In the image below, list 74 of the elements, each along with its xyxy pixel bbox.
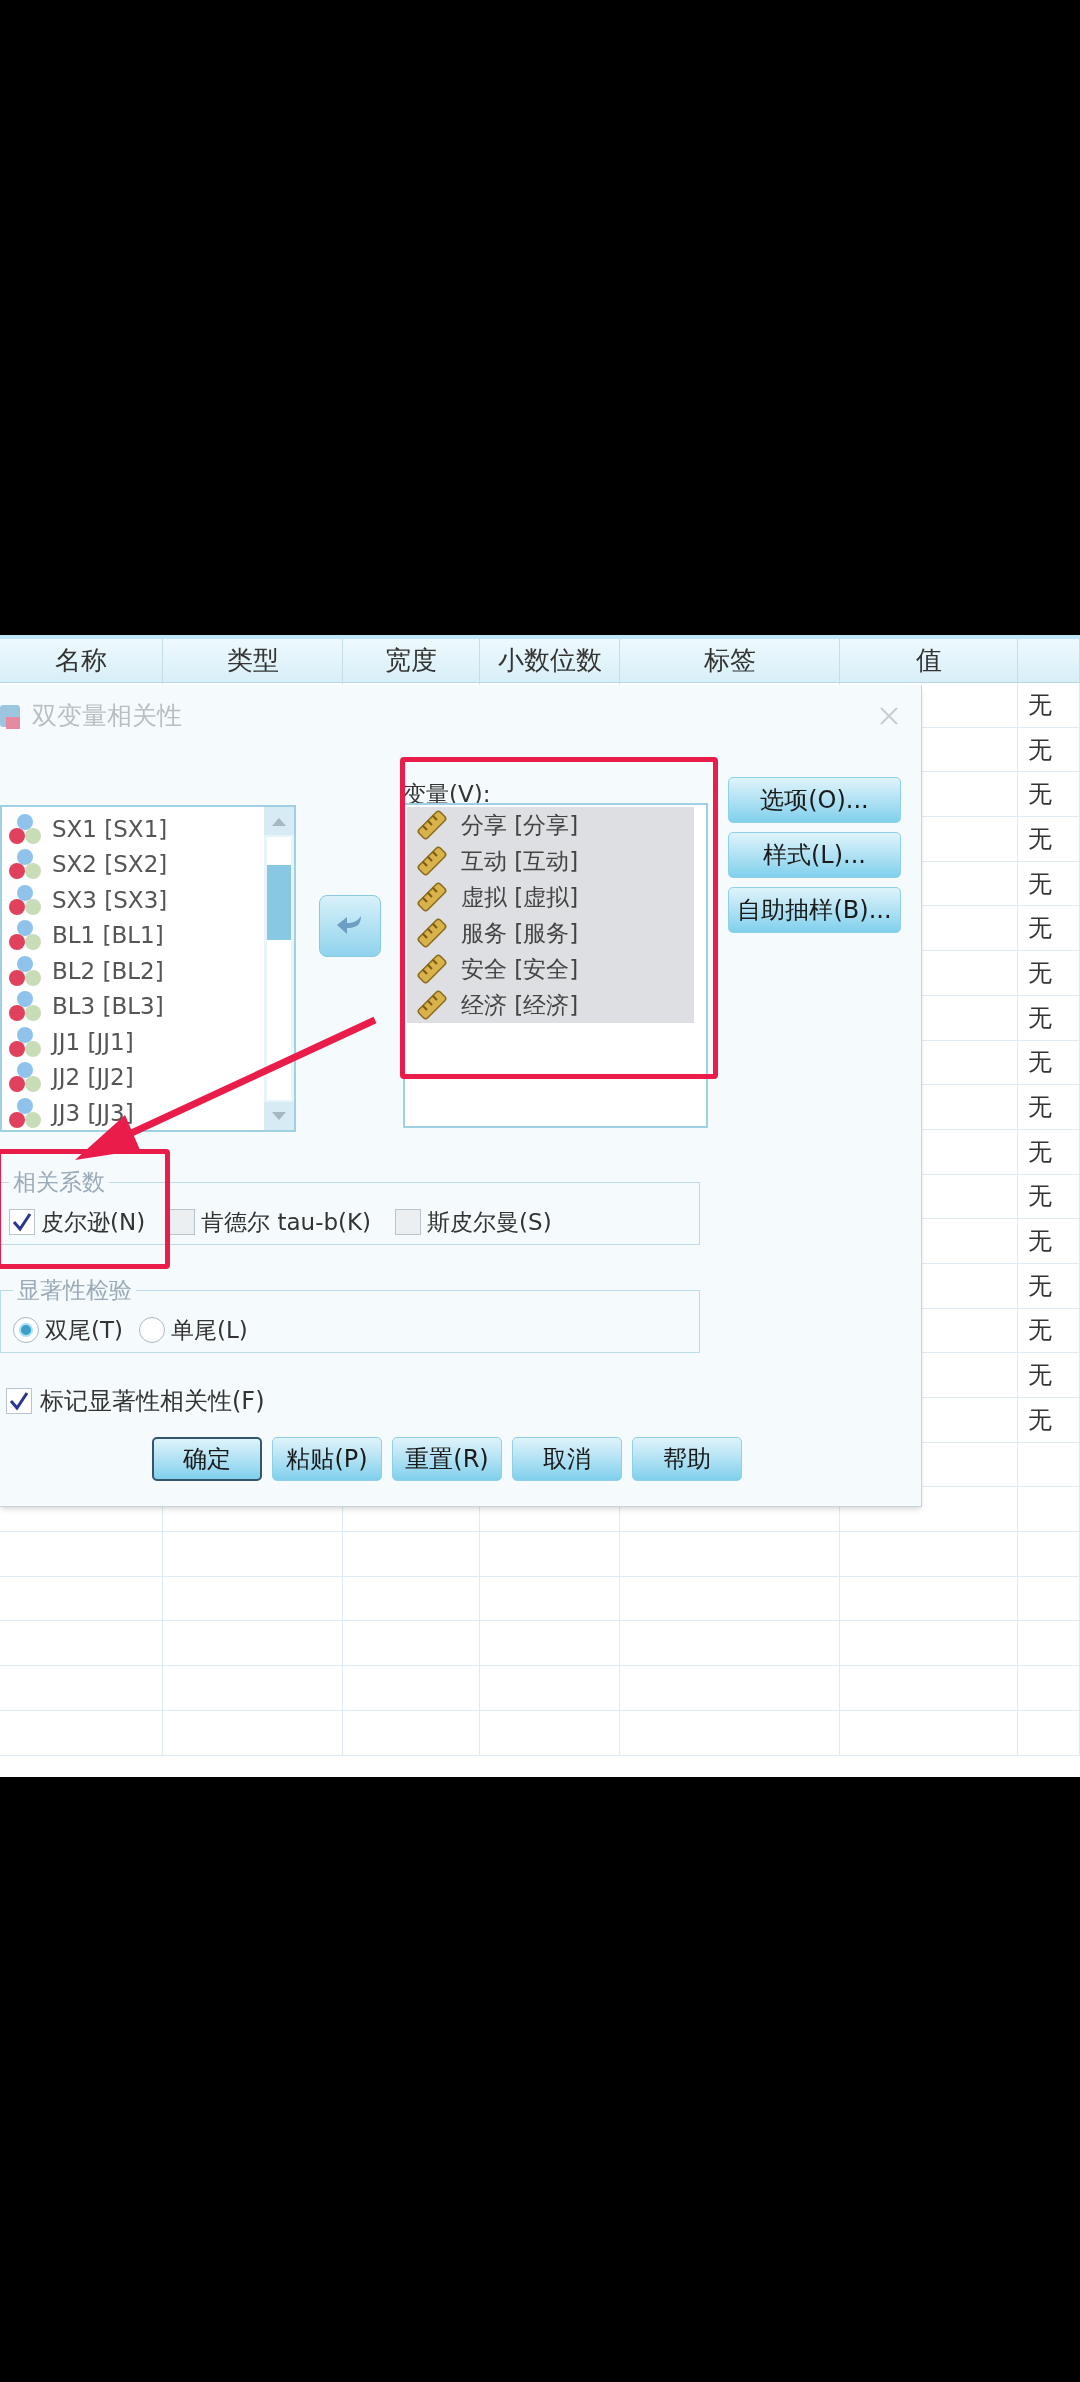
dialog-title: 双变量相关性	[32, 700, 182, 733]
table-cell-text: 无	[1028, 1002, 1052, 1034]
variable-list-item[interactable]: BL3 [BL3]	[2, 988, 264, 1024]
table-cell-text: 无	[1028, 957, 1052, 989]
table-cell-text: 无	[1028, 734, 1052, 766]
table-cell-text: 无	[1028, 823, 1052, 855]
variable-circles-icon	[8, 811, 42, 846]
table-cell-text: 无	[1028, 1404, 1052, 1436]
close-icon[interactable]	[879, 706, 899, 726]
variable-circles-icon	[8, 918, 42, 953]
dialog-button[interactable]: 取消	[512, 1437, 622, 1481]
variable-circles-icon	[8, 1060, 42, 1095]
variable-list-item[interactable]: BL2 [BL2]	[2, 953, 264, 989]
table-cell-text: 无	[1028, 1181, 1052, 1213]
dialog-button[interactable]: 帮助	[632, 1437, 742, 1481]
variable-circles-icon	[8, 1024, 42, 1059]
variable-list-item[interactable]: 分享 [分享]	[407, 807, 694, 843]
dialog-button[interactable]: 选项(O)...	[728, 777, 901, 823]
dialog-button[interactable]: 样式(L)...	[728, 832, 901, 878]
table-cell-text: 无	[1028, 1047, 1052, 1079]
variable-list-item[interactable]: SX2 [SX2]	[2, 846, 264, 882]
table-cell-text: 无	[1028, 868, 1052, 900]
column-header[interactable]: 名称	[55, 641, 107, 680]
scrollbar[interactable]	[264, 807, 294, 1130]
option-label: 双尾(T)	[45, 1315, 123, 1345]
variable-list-item[interactable]: SX1 [SX1]	[2, 811, 264, 847]
radio-button[interactable]	[13, 1316, 39, 1343]
column-header[interactable]: 宽度	[385, 641, 437, 680]
checkbox[interactable]	[169, 1208, 196, 1235]
table-cell-text: 无	[1028, 689, 1052, 721]
move-arrow-button[interactable]	[318, 895, 381, 957]
option-label: 皮尔逊(N)	[41, 1207, 146, 1237]
checkbox[interactable]	[395, 1208, 422, 1235]
column-header[interactable]: 标签	[703, 641, 756, 680]
column-header[interactable]: 类型	[226, 641, 279, 680]
column-header[interactable]: 小数位数	[497, 641, 602, 680]
option-label: 斯皮尔曼(S)	[427, 1207, 552, 1237]
table-cell-text: 无	[1028, 1136, 1052, 1168]
variable-list-item[interactable]: 虚拟 [虚拟]	[407, 879, 694, 915]
table-cell-text: 无	[1028, 1092, 1052, 1124]
variable-circles-icon	[8, 1095, 42, 1130]
variable-list-item[interactable]: JJ1 [JJ1]	[2, 1024, 264, 1060]
variable-list-item[interactable]: 服务 [服务]	[407, 915, 694, 951]
table-cell-text: 无	[1028, 1270, 1052, 1302]
table-cell-text: 无	[1028, 1360, 1052, 1392]
dialog-button[interactable]: 粘贴(P)	[272, 1437, 382, 1481]
variable-list-item[interactable]: 安全 [安全]	[407, 951, 694, 987]
dialog-button[interactable]: 自助抽样(B)...	[728, 887, 901, 933]
dialog-button[interactable]: 确定	[152, 1437, 262, 1481]
variable-circles-icon	[8, 847, 42, 882]
variable-circles-icon	[8, 953, 42, 988]
dialog-button[interactable]: 重置(R)	[392, 1437, 502, 1481]
check-icon	[8, 1390, 30, 1412]
variable-list-item[interactable]: JJ3 [JJ3]	[2, 1095, 264, 1130]
variable-list-item[interactable]: JJ2 [JJ2]	[2, 1059, 264, 1095]
option-label: 肯德尔 tau-b(K)	[201, 1207, 372, 1237]
option-label: 标记显著性相关性(F)	[40, 1386, 265, 1417]
option-label: 单尾(L)	[171, 1315, 248, 1345]
variable-list-item[interactable]: 互动 [互动]	[407, 843, 694, 879]
table-cell-text: 无	[1028, 1315, 1052, 1347]
checkbox[interactable]	[6, 1388, 32, 1414]
column-header[interactable]: 值	[915, 641, 942, 680]
variable-circles-icon	[8, 882, 42, 917]
group-title: 显著性检验	[16, 1276, 133, 1305]
group-title: 相关系数	[12, 1168, 106, 1197]
variable-circles-icon	[8, 989, 42, 1024]
table-cell-text: 无	[1028, 1226, 1052, 1258]
variable-list-item[interactable]: SX3 [SX3]	[2, 882, 264, 918]
table-cell-text: 无	[1028, 779, 1052, 811]
variable-list-item[interactable]: BL1 [BL1]	[2, 917, 264, 953]
radio-button[interactable]	[139, 1316, 165, 1343]
variable-list-item[interactable]: 经济 [经济]	[407, 987, 694, 1023]
checkbox[interactable]	[9, 1208, 35, 1235]
table-cell-text: 无	[1028, 913, 1052, 945]
